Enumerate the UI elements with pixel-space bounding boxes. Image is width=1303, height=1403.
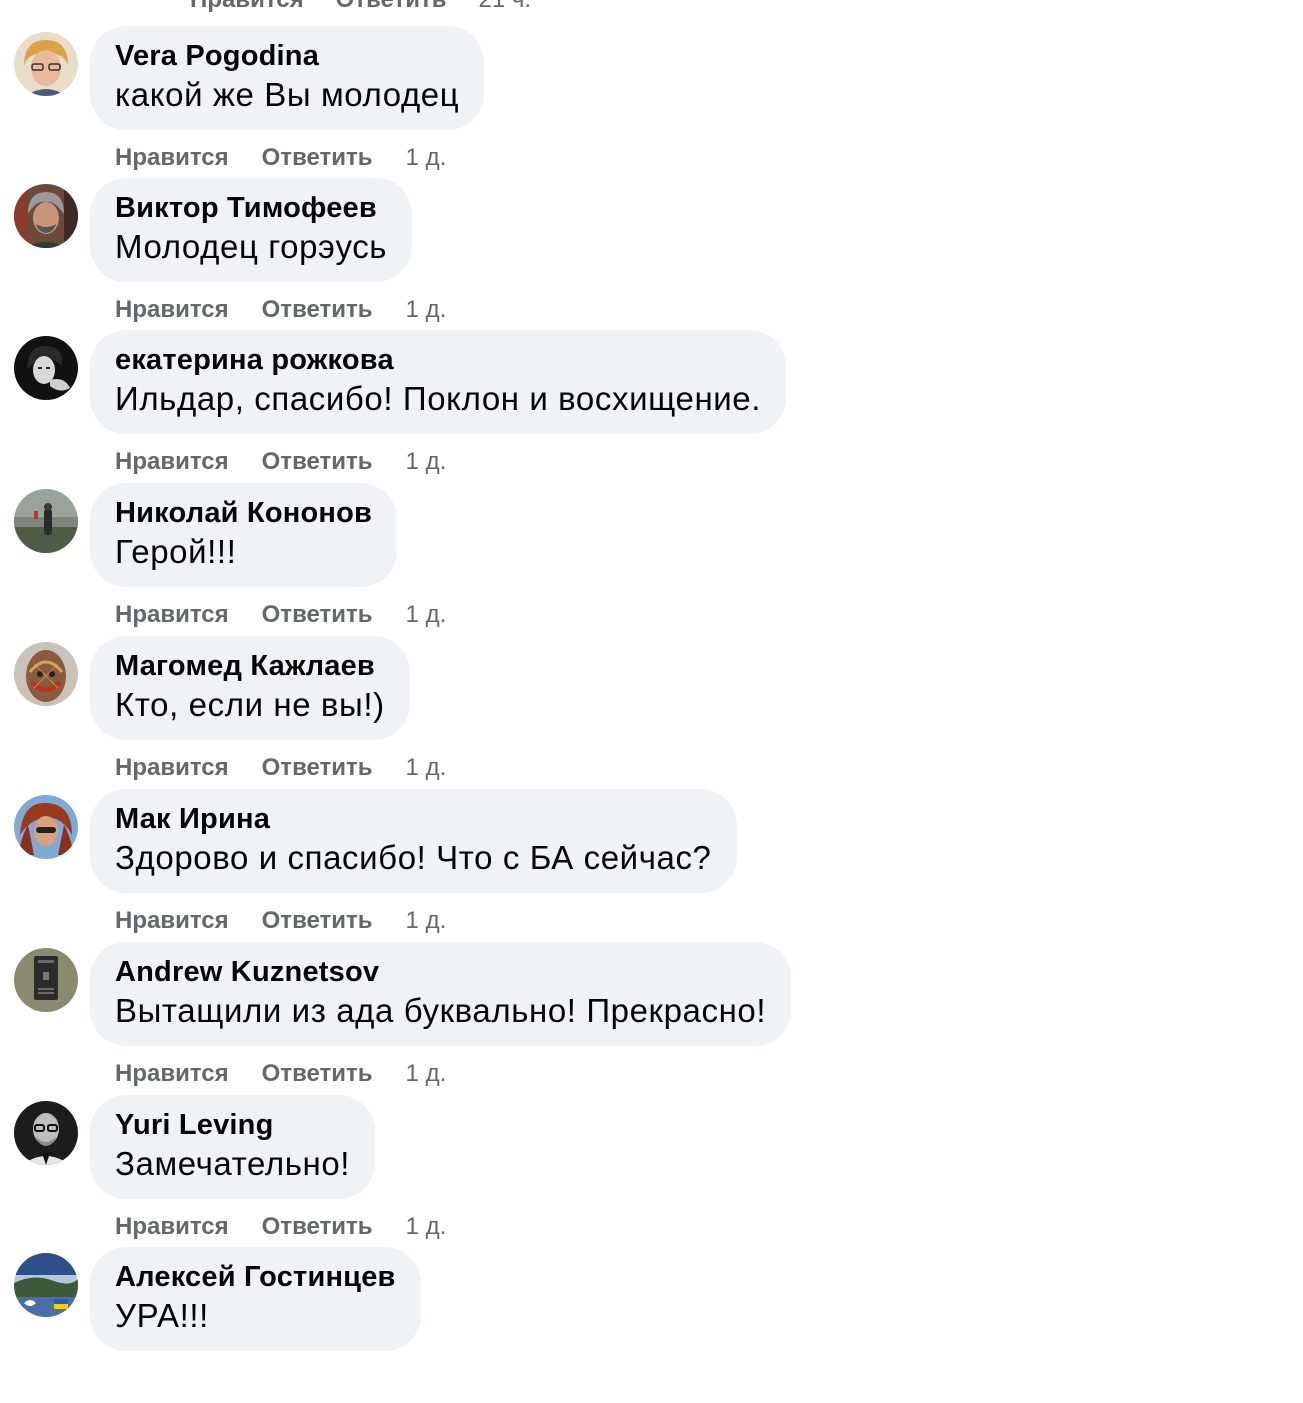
- comment-bubble: Магомед Кажлаев Кто, если не вы!): [90, 636, 410, 740]
- avatar[interactable]: [14, 795, 78, 859]
- comment-text: Вытащили из ада буквально! Прекрасно!: [115, 992, 767, 1029]
- comment-item: Магомед Кажлаев Кто, если не вы!) Нравит…: [0, 636, 1303, 792]
- comment-actions: Нравится Ответить 1 д.: [115, 1213, 446, 1241]
- comment-actions: Нравится Ответить 1 д.: [115, 1060, 446, 1088]
- like-button[interactable]: Нравится: [115, 601, 229, 629]
- comment-timestamp[interactable]: 1 д.: [406, 907, 447, 935]
- comment-timestamp[interactable]: 1 д.: [406, 601, 447, 629]
- comment-bubble: Николай Кононов Герой!!!: [90, 483, 398, 587]
- like-button[interactable]: Нравится: [115, 448, 229, 476]
- comment-bubble: Алексей Гостинцев УРА!!!: [90, 1247, 421, 1351]
- reply-button[interactable]: Ответить: [262, 448, 373, 476]
- comment-item: Мак Ирина Здорово и спасибо! Что с БА се…: [0, 789, 1303, 945]
- avatar[interactable]: [14, 642, 78, 706]
- avatar[interactable]: [14, 32, 78, 96]
- comment-author[interactable]: Алексей Гостинцев: [115, 1259, 396, 1295]
- reply-button[interactable]: Ответить: [262, 754, 373, 782]
- comment-actions: Нравится Ответить 1 д.: [115, 144, 446, 172]
- avatar[interactable]: [14, 1101, 78, 1165]
- avatar-photo-icon: [14, 336, 78, 400]
- comment-item: Алексей Гостинцев УРА!!!: [0, 1247, 1303, 1403]
- comment-timestamp[interactable]: 1 д.: [406, 144, 447, 172]
- comment-bubble: Yuri Leving Замечательно!: [90, 1095, 376, 1199]
- comment-author[interactable]: Vera Pogodina: [115, 38, 459, 74]
- comment-item: Николай Кононов Герой!!! Нравится Ответи…: [0, 483, 1303, 639]
- comment-text: Ильдар, спасибо! Поклон и восхищение.: [115, 380, 762, 417]
- like-button[interactable]: Нравится: [115, 754, 229, 782]
- avatar[interactable]: [14, 1253, 78, 1317]
- avatar-photo-icon: [14, 184, 78, 248]
- avatar-photo-icon: [14, 32, 78, 96]
- like-button[interactable]: Нравится: [115, 296, 229, 324]
- like-button[interactable]: Нравится: [115, 1060, 229, 1088]
- comment-text: Кто, если не вы!): [115, 686, 385, 723]
- comment-bubble: Vera Pogodina какой же Вы молодец: [90, 26, 485, 130]
- comment-text: Молодец горэусь: [115, 228, 388, 265]
- comment-author[interactable]: Магомед Кажлаев: [115, 648, 385, 684]
- like-button[interactable]: Нравится: [115, 144, 229, 172]
- comment-item: Vera Pogodina какой же Вы молодец Нравит…: [0, 26, 1303, 182]
- previous-comment-actions: Нравится Ответить 21 ч.: [190, 0, 531, 14]
- comment-timestamp[interactable]: 1 д.: [406, 448, 447, 476]
- comment-actions: Нравится Ответить 1 д.: [115, 296, 446, 324]
- like-button[interactable]: Нравится: [115, 907, 229, 935]
- reply-button[interactable]: Ответить: [262, 1060, 373, 1088]
- comment-timestamp[interactable]: 1 д.: [406, 1213, 447, 1241]
- comment-author[interactable]: Andrew Kuznetsov: [115, 954, 766, 990]
- comment-item: Andrew Kuznetsov Вытащили из ада букваль…: [0, 942, 1303, 1098]
- comment-text: какой же Вы молодец: [115, 76, 460, 113]
- comment-item: Yuri Leving Замечательно! Нравится Ответ…: [0, 1095, 1303, 1251]
- reply-button[interactable]: Ответить: [262, 144, 373, 172]
- comment-actions: Нравится Ответить 1 д.: [115, 448, 446, 476]
- comment-text: Замечательно!: [115, 1145, 351, 1182]
- avatar[interactable]: [14, 948, 78, 1012]
- comment-bubble: Мак Ирина Здорово и спасибо! Что с БА се…: [90, 789, 737, 893]
- avatar-photo-icon: [14, 795, 78, 859]
- comment-author[interactable]: Yuri Leving: [115, 1107, 350, 1143]
- comment-timestamp[interactable]: 1 д.: [406, 754, 447, 782]
- comment-item: Виктор Тимофеев Молодец горэусь Нравится…: [0, 178, 1303, 334]
- reply-button[interactable]: Ответить: [262, 601, 373, 629]
- reply-button[interactable]: Ответить: [336, 0, 447, 14]
- avatar-photo-icon: [14, 642, 78, 706]
- comment-actions: Нравится Ответить 1 д.: [115, 907, 446, 935]
- avatar[interactable]: [14, 184, 78, 248]
- comment-author[interactable]: екатерина рожкова: [115, 342, 761, 378]
- comment-text: УРА!!!: [115, 1297, 209, 1334]
- reply-button[interactable]: Ответить: [262, 907, 373, 935]
- comment-bubble: Andrew Kuznetsov Вытащили из ада букваль…: [90, 942, 792, 1046]
- comment-actions: Нравится Ответить 1 д.: [115, 601, 446, 629]
- comment-author[interactable]: Николай Кононов: [115, 495, 372, 531]
- comment-actions: Нравится Ответить 1 д.: [115, 754, 446, 782]
- reply-button[interactable]: Ответить: [262, 296, 373, 324]
- comment-item: екатерина рожкова Ильдар, спасибо! Покло…: [0, 330, 1303, 486]
- comment-author[interactable]: Мак Ирина: [115, 801, 712, 837]
- comment-text: Здорово и спасибо! Что с БА сейчас?: [115, 839, 712, 876]
- like-button[interactable]: Нравится: [190, 0, 304, 14]
- avatar-photo-icon: [14, 948, 78, 1012]
- avatar[interactable]: [14, 489, 78, 553]
- comment-timestamp[interactable]: 1 д.: [406, 296, 447, 324]
- comment-author[interactable]: Виктор Тимофеев: [115, 190, 387, 226]
- avatar-photo-icon: [14, 1101, 78, 1165]
- comment-bubble: екатерина рожкова Ильдар, спасибо! Покло…: [90, 330, 787, 434]
- avatar-photo-icon: [14, 1253, 78, 1317]
- like-button[interactable]: Нравится: [115, 1213, 229, 1241]
- avatar[interactable]: [14, 336, 78, 400]
- comment-timestamp[interactable]: 1 д.: [406, 1060, 447, 1088]
- avatar-photo-icon: [14, 489, 78, 553]
- comment-bubble: Виктор Тимофеев Молодец горэусь: [90, 178, 413, 282]
- reply-button[interactable]: Ответить: [262, 1213, 373, 1241]
- comment-text: Герой!!!: [115, 533, 237, 570]
- comment-timestamp[interactable]: 21 ч.: [479, 0, 532, 14]
